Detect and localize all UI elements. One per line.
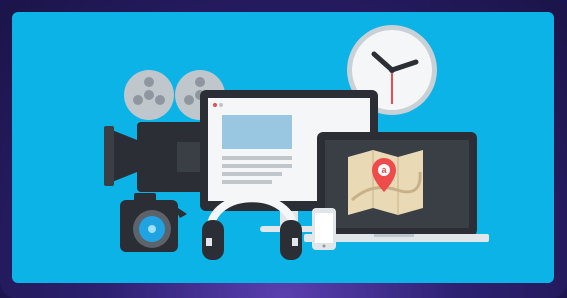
media-devices-illustration: a: [104, 25, 489, 260]
app-frame: a: [0, 0, 567, 298]
smartphone-icon: [312, 208, 336, 250]
photo-camera-icon: [120, 193, 187, 252]
hero-illustration-panel: a: [12, 12, 554, 283]
